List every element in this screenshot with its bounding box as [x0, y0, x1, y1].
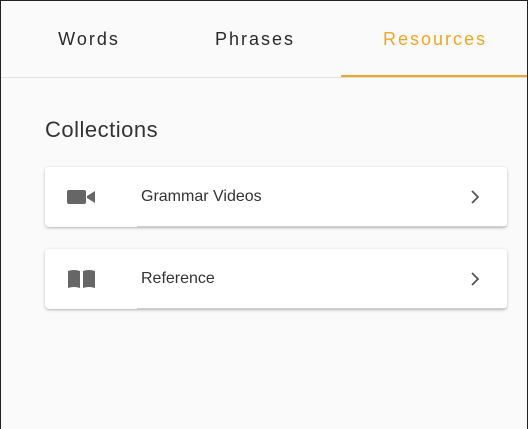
collection-item-label: Reference — [141, 270, 215, 287]
collection-item-reference[interactable]: Reference — [45, 249, 507, 309]
chevron-right-icon — [471, 272, 480, 286]
collection-item-grammar-videos[interactable]: Grammar Videos — [45, 167, 507, 227]
item-divider — [137, 308, 507, 309]
collection-item-label: Grammar Videos — [141, 188, 262, 205]
active-tab-indicator — [341, 75, 527, 77]
tab-phrases[interactable]: Phrases — [167, 1, 343, 77]
book-icon — [68, 270, 95, 288]
item-divider — [137, 226, 507, 227]
section-title: Collections — [45, 117, 159, 142]
video-camera-icon — [67, 190, 95, 204]
app-window: Words Phrases Resources Collections Gram… — [0, 0, 528, 429]
chevron-right-icon — [471, 190, 480, 204]
tab-resources[interactable]: Resources — [347, 1, 523, 77]
tab-bar: Words Phrases Resources — [1, 1, 527, 78]
tab-words[interactable]: Words — [1, 1, 177, 77]
